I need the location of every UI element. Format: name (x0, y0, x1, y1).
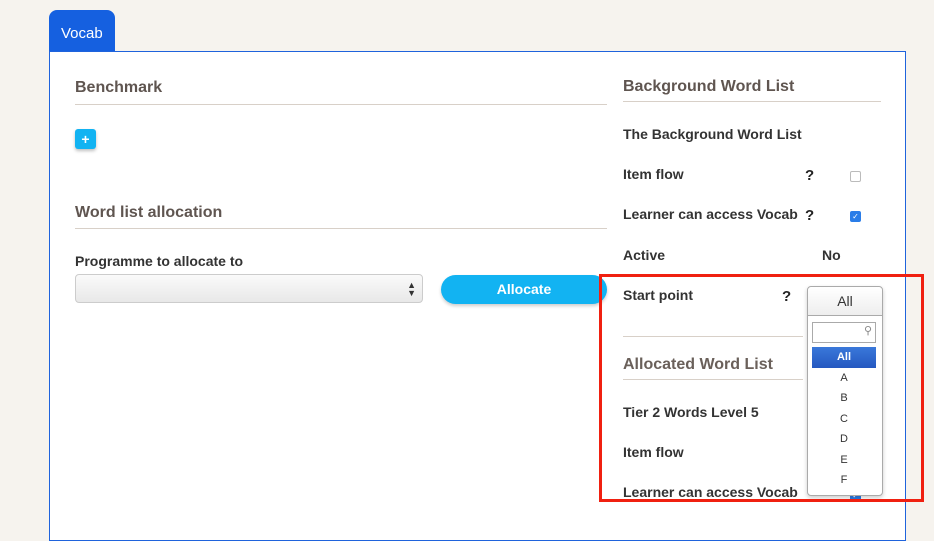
item-flow-label: Item flow (623, 166, 684, 182)
learner-access-checkbox[interactable]: ✓ (850, 211, 861, 222)
background-word-list-heading: Background Word List (623, 78, 795, 95)
divider (75, 104, 607, 105)
active-label: Active (623, 247, 666, 263)
help-icon[interactable]: ? (805, 207, 814, 224)
programme-select[interactable]: ▲ ▼ (75, 274, 423, 303)
learner-access-label: Learner can access Vocab (623, 206, 798, 222)
divider (75, 228, 607, 229)
tab-vocab[interactable]: Vocab (49, 10, 115, 52)
add-benchmark-button[interactable]: + (75, 129, 96, 149)
divider (623, 101, 881, 102)
allocate-button[interactable]: Allocate (441, 275, 607, 304)
word-list-allocation-heading: Word list allocation (75, 204, 223, 221)
highlight-box (599, 274, 924, 502)
active-value: No (822, 247, 841, 263)
select-arrows-icon: ▲ ▼ (407, 280, 416, 298)
benchmark-heading: Benchmark (75, 79, 163, 96)
background-list-name: The Background Word List (623, 126, 802, 142)
help-icon[interactable]: ? (805, 167, 814, 184)
programme-label: Programme to allocate to (75, 253, 244, 269)
item-flow-checkbox[interactable] (850, 171, 861, 182)
